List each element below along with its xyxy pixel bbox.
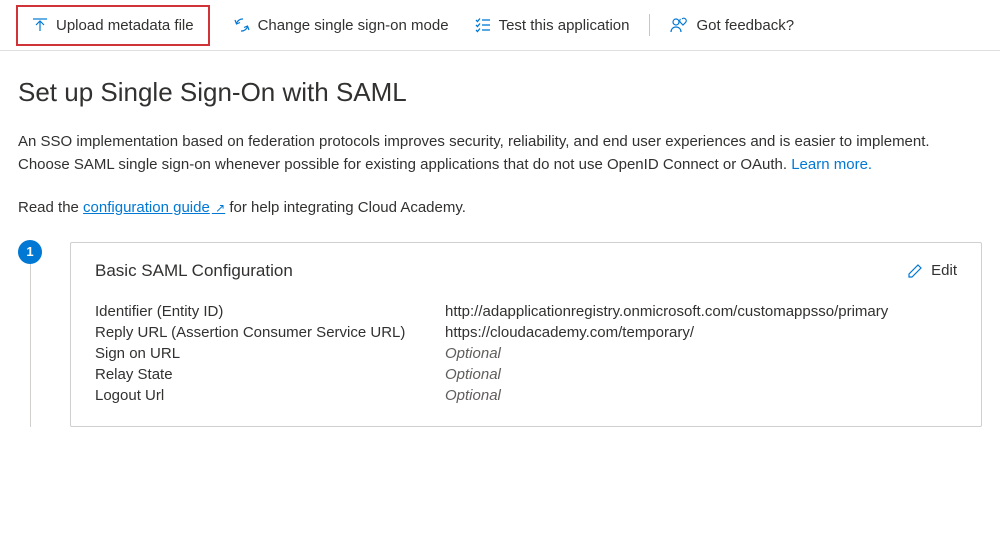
upload-icon (32, 17, 48, 33)
card-title: Basic SAML Configuration (95, 261, 293, 281)
table-row: Logout Url Optional (95, 385, 957, 406)
table-row: Identifier (Entity ID) http://adapplicat… (95, 301, 957, 322)
kv-key: Identifier (Entity ID) (95, 303, 445, 320)
feedback-label: Got feedback? (696, 17, 794, 34)
basic-saml-card: Basic SAML Configuration Edit Identifier… (70, 242, 982, 427)
kv-val: https://cloudacademy.com/temporary/ (445, 324, 957, 341)
table-row: Sign on URL Optional (95, 343, 957, 364)
upload-metadata-label: Upload metadata file (56, 17, 194, 34)
feedback-person-icon (670, 17, 688, 33)
change-mode-button[interactable]: Change single sign-on mode (234, 17, 449, 34)
test-app-button[interactable]: Test this application (475, 17, 630, 34)
intro-paragraph: An SSO implementation based on federatio… (18, 130, 982, 177)
kv-val: Optional (445, 366, 957, 383)
feedback-button[interactable]: Got feedback? (670, 17, 794, 34)
main-content: Set up Single Sign-On with SAML An SSO i… (0, 51, 1000, 445)
kv-val: Optional (445, 345, 957, 362)
saml-config-table: Identifier (Entity ID) http://adapplicat… (95, 301, 957, 406)
learn-more-link[interactable]: Learn more. (791, 156, 872, 173)
edit-label: Edit (931, 262, 957, 279)
step-number-badge: 1 (18, 240, 42, 264)
divider (649, 14, 650, 36)
kv-key: Logout Url (95, 387, 445, 404)
external-link-icon: ↗ (212, 201, 225, 215)
guide-suffix: for help integrating Cloud Academy. (225, 199, 466, 216)
table-row: Relay State Optional (95, 364, 957, 385)
guide-row: Read the configuration guide ↗ for help … (18, 199, 982, 216)
rail-line (30, 264, 31, 427)
kv-key: Sign on URL (95, 345, 445, 362)
edit-button[interactable]: Edit (907, 262, 957, 279)
command-bar: Upload metadata file Change single sign-… (0, 0, 1000, 51)
card-header: Basic SAML Configuration Edit (95, 261, 957, 281)
change-mode-label: Change single sign-on mode (258, 17, 449, 34)
configuration-guide-link[interactable]: configuration guide ↗ (83, 199, 225, 216)
swap-icon (234, 17, 250, 33)
page-title: Set up Single Sign-On with SAML (18, 77, 982, 108)
kv-val: Optional (445, 387, 957, 404)
guide-prefix: Read the (18, 199, 83, 216)
table-row: Reply URL (Assertion Consumer Service UR… (95, 322, 957, 343)
kv-val: http://adapplicationregistry.onmicrosoft… (445, 303, 957, 320)
checklist-icon (475, 17, 491, 33)
step-rail: 1 (18, 242, 42, 427)
test-app-label: Test this application (499, 17, 630, 34)
kv-key: Relay State (95, 366, 445, 383)
upload-metadata-button[interactable]: Upload metadata file (16, 5, 210, 46)
kv-key: Reply URL (Assertion Consumer Service UR… (95, 324, 445, 341)
pencil-icon (907, 263, 923, 279)
step-1: 1 Basic SAML Configuration Edit Identifi… (18, 242, 982, 427)
